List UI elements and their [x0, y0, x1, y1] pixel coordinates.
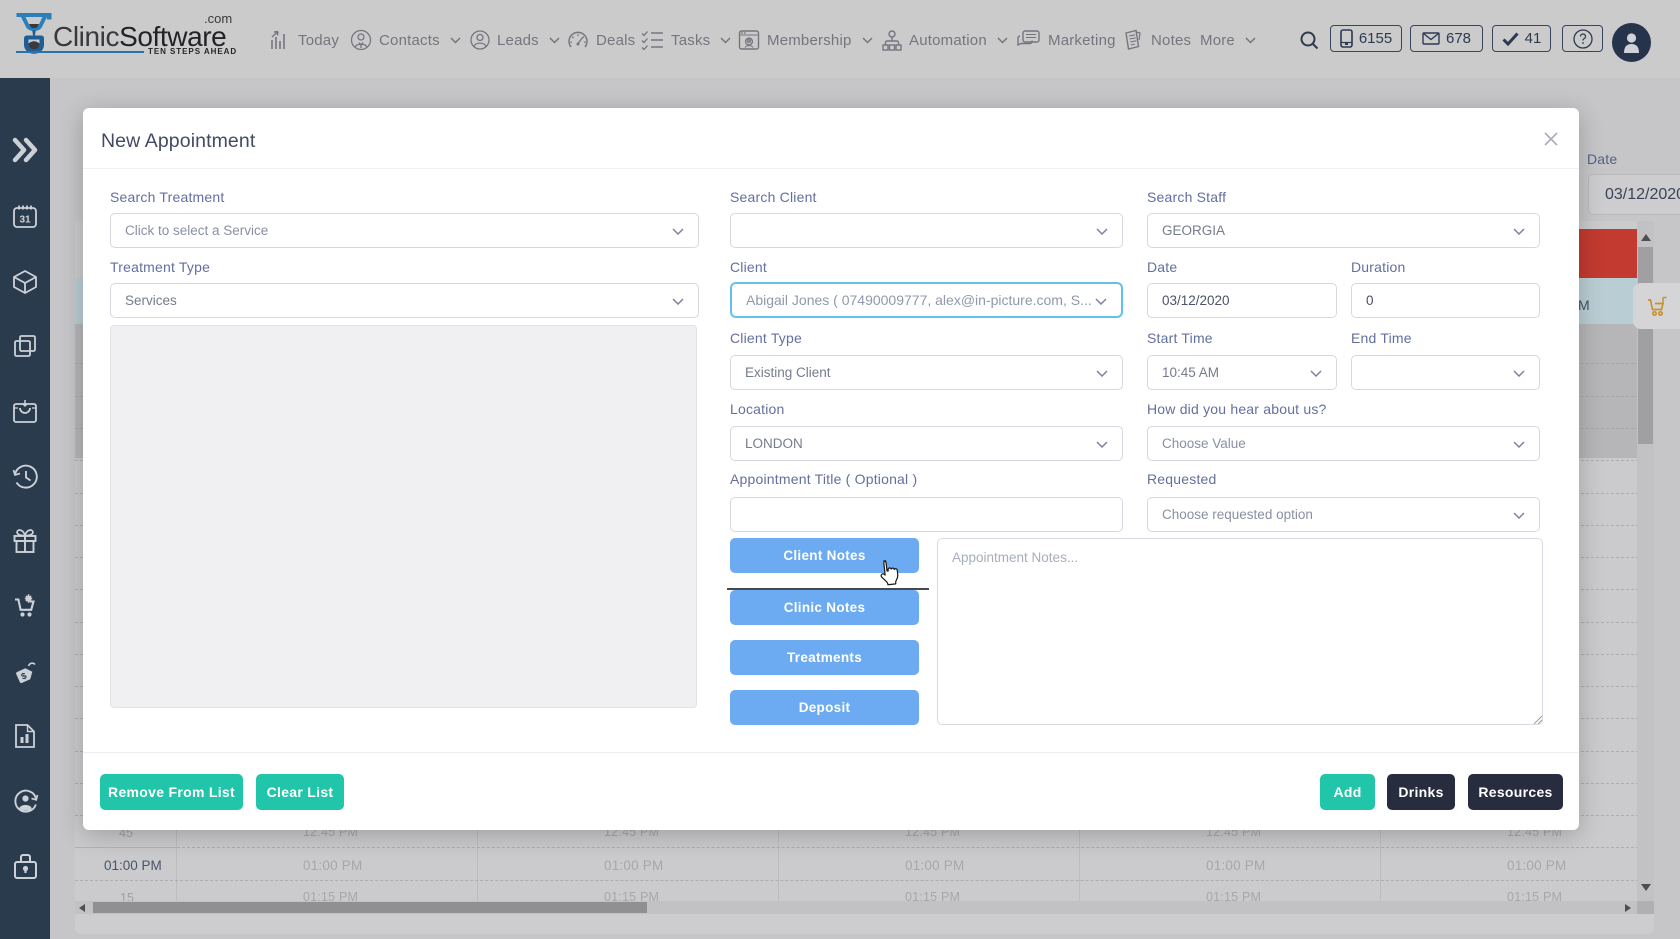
- svg-text:31: 31: [19, 215, 31, 226]
